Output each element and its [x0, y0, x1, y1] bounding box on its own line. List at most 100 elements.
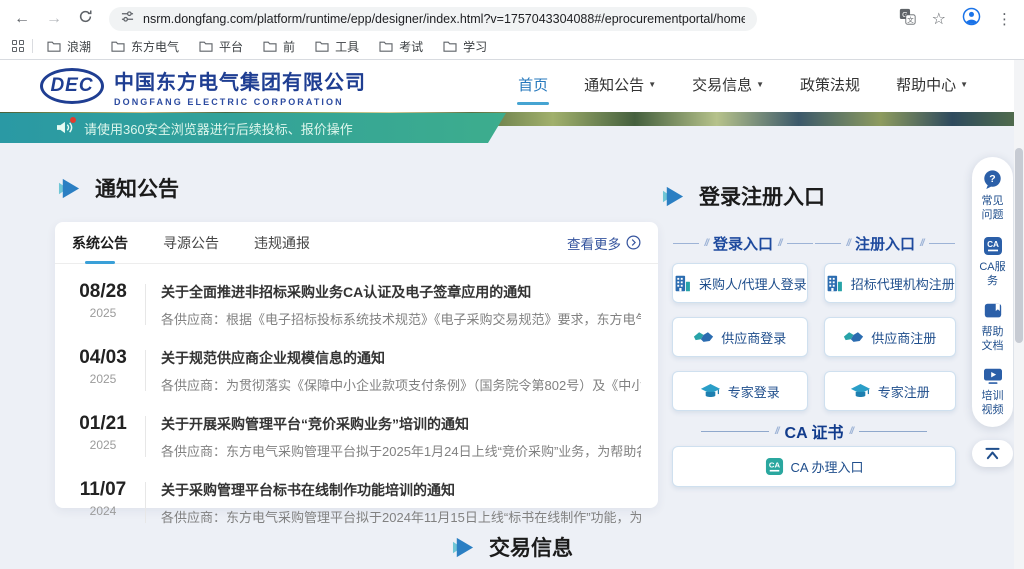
warning-text: 请使用360安全浏览器进行后续投标、报价操作 [84, 119, 353, 138]
ca-icon: CA [983, 236, 1003, 256]
item-year: 2025 [72, 372, 134, 386]
help-docs-shortcut[interactable]: 帮助文档 [979, 301, 1007, 354]
company-name-cn: 中国东方电气集团有限公司 [114, 66, 366, 95]
item-date: 08/28 [72, 282, 134, 302]
tab-system-notices[interactable]: 系统公告 [72, 222, 128, 264]
site-header: DEC 中国东方电气集团有限公司 DONGFANG ELECTRIC CORPO… [0, 60, 1024, 112]
handshake-icon [693, 329, 714, 346]
video-icon [983, 367, 1003, 385]
bookmark-star-icon[interactable]: ☆ [932, 9, 946, 29]
chevron-down-icon: ▼ [648, 80, 656, 89]
profile-avatar-icon[interactable] [962, 7, 981, 31]
bookmark-folder[interactable]: 学习 [443, 38, 487, 55]
dec-logo-icon: DEC [40, 68, 104, 104]
browser-menu-icon[interactable]: ⋮ [997, 10, 1012, 28]
circle-arrow-icon [626, 235, 641, 250]
section-arrow-icon [452, 536, 475, 559]
supplier-login-button[interactable]: 供应商登录 [672, 317, 808, 357]
bookmark-folder[interactable]: 考试 [379, 38, 423, 55]
url-bar[interactable]: nsrm.dongfang.com/platform/runtime/epp/d… [109, 7, 757, 31]
item-desc: 各供应商：为贯彻落实《保障中小企业款项支付条例》（国务院令第802号）及《中小企… [161, 375, 641, 394]
date-block: 01/21 2025 [72, 413, 134, 452]
list-item[interactable]: 08/28 2025 关于全面推进非招标采购业务CA认证及电子签章应用的通知 各… [72, 271, 641, 337]
list-item[interactable]: 11/07 2024 关于采购管理平台标书在线制作功能培训的通知 各供应商：东方… [72, 469, 641, 535]
list-item[interactable]: 04/03 2025 关于规范供应商企业规模信息的通知 各供应商：为贯彻落实《保… [72, 337, 641, 403]
buyer-agent-login-button[interactable]: 采购人/代理人登录 [672, 263, 808, 303]
apps-grid-icon[interactable] [12, 40, 24, 52]
bookmarks-bar: 浪潮 东方电气 平台 前 工具 考试 学习 [0, 33, 1024, 59]
rail-label: 帮助文档 [979, 325, 1007, 354]
chevron-down-icon: ▼ [756, 80, 764, 89]
bookmark-folder[interactable]: 东方电气 [111, 38, 179, 55]
item-date: 11/07 [72, 480, 134, 500]
announcement-tabs: 系统公告 寻源公告 违规通报 查看更多 [55, 222, 658, 264]
bookmark-folder[interactable]: 浪潮 [47, 38, 91, 55]
svg-text:文: 文 [907, 14, 914, 23]
question-icon: ? [982, 169, 1003, 190]
faq-shortcut[interactable]: ? 常见问题 [979, 169, 1007, 223]
item-year: 2025 [72, 438, 134, 452]
item-date: 01/21 [72, 414, 134, 434]
ca-badge-icon: CA [765, 457, 784, 476]
item-title[interactable]: 关于开展采购管理平台“竞价采购业务”培训的通知 [161, 414, 641, 434]
floating-help-rail: ? 常见问题 CA CA服务 帮助文档 培训视频 [972, 157, 1013, 427]
item-title[interactable]: 关于规范供应商企业规模信息的通知 [161, 348, 641, 368]
nav-home[interactable]: 首页 [518, 68, 548, 105]
page-scrollbar[interactable] [1014, 60, 1024, 569]
register-group-label: // 注册入口 // [814, 233, 956, 254]
reload-icon[interactable] [78, 9, 93, 28]
nav-announcements[interactable]: 通知公告▼ [584, 68, 656, 105]
site-settings-icon[interactable] [121, 10, 134, 28]
section-title-text: 交易信息 [489, 532, 573, 562]
graduation-cap-icon [700, 382, 721, 400]
main-nav: 首页 通知公告▼ 交易信息▼ 政策法规 帮助中心▼ [518, 68, 968, 105]
svg-text:CA: CA [768, 461, 780, 470]
section-title-text: 通知公告 [95, 173, 179, 203]
scrollbar-thumb[interactable] [1015, 148, 1023, 343]
list-item[interactable]: 01/21 2025 关于开展采购管理平台“竞价采购业务”培训的通知 各供应商：… [72, 403, 641, 469]
document-icon [983, 301, 1003, 321]
bookmark-folder[interactable]: 工具 [315, 38, 359, 55]
forward-icon[interactable]: → [46, 11, 62, 27]
company-logo[interactable]: DEC 中国东方电气集团有限公司 DONGFANG ELECTRIC CORPO… [40, 66, 366, 107]
training-videos-shortcut[interactable]: 培训视频 [979, 367, 1007, 418]
bookmark-label: 浪潮 [67, 38, 91, 55]
rail-label: 培训视频 [979, 389, 1007, 418]
item-title[interactable]: 关于采购管理平台标书在线制作功能培训的通知 [161, 480, 641, 500]
date-block: 08/28 2025 [72, 281, 134, 320]
login-group-label: // 登录入口 // [672, 233, 814, 254]
entry-buttons: 采购人/代理人登录 招标代理机构注册 供应商登录 供应商注册 专家登录 专家注册 [672, 263, 956, 411]
url-text[interactable]: nsrm.dongfang.com/platform/runtime/epp/d… [143, 12, 745, 26]
notification-dot [70, 117, 76, 123]
tab-violation-reports[interactable]: 违规通报 [254, 222, 310, 264]
trade-section-title: 交易信息 [452, 532, 573, 562]
item-year: 2024 [72, 504, 134, 518]
tab-sourcing-notices[interactable]: 寻源公告 [163, 222, 219, 264]
supplier-register-button[interactable]: 供应商注册 [824, 317, 956, 357]
item-title[interactable]: 关于全面推进非招标采购业务CA认证及电子签章应用的通知 [161, 282, 641, 302]
section-title-text: 登录注册入口 [699, 181, 825, 211]
chevron-down-icon: ▼ [960, 80, 968, 89]
nav-help-center[interactable]: 帮助中心▼ [896, 68, 968, 105]
item-desc: 各供应商：根据《电子招标投标系统技术规范》《电子采购交易规范》要求，东方电气采购… [161, 309, 641, 328]
back-icon[interactable]: ← [14, 11, 30, 27]
browser-actions: G文 ☆ ⋮ [899, 7, 1012, 31]
expert-login-button[interactable]: 专家登录 [672, 371, 808, 411]
expert-register-button[interactable]: 专家注册 [824, 371, 956, 411]
nav-policies[interactable]: 政策法规 [800, 68, 860, 105]
back-to-top-button[interactable] [972, 440, 1013, 467]
bookmark-label: 学习 [463, 38, 487, 55]
view-more-link[interactable]: 查看更多 [567, 233, 641, 253]
ca-apply-button[interactable]: CA CA 办理入口 [672, 446, 956, 487]
speaker-icon [56, 120, 74, 136]
ca-service-shortcut[interactable]: CA CA服务 [979, 236, 1007, 289]
bookmark-label: 工具 [335, 38, 359, 55]
section-arrow-icon [58, 177, 81, 200]
bidding-agency-register-button[interactable]: 招标代理机构注册 [824, 263, 956, 303]
translate-icon[interactable]: G文 [899, 8, 916, 30]
bookmark-folder[interactable]: 平台 [199, 38, 243, 55]
nav-trade-info[interactable]: 交易信息▼ [692, 68, 764, 105]
announcement-list: 08/28 2025 关于全面推进非招标采购业务CA认证及电子签章应用的通知 各… [55, 264, 658, 535]
bookmark-folder[interactable]: 前 [263, 38, 295, 55]
ca-certificate-group-label: // CA 证书 // [672, 419, 956, 443]
